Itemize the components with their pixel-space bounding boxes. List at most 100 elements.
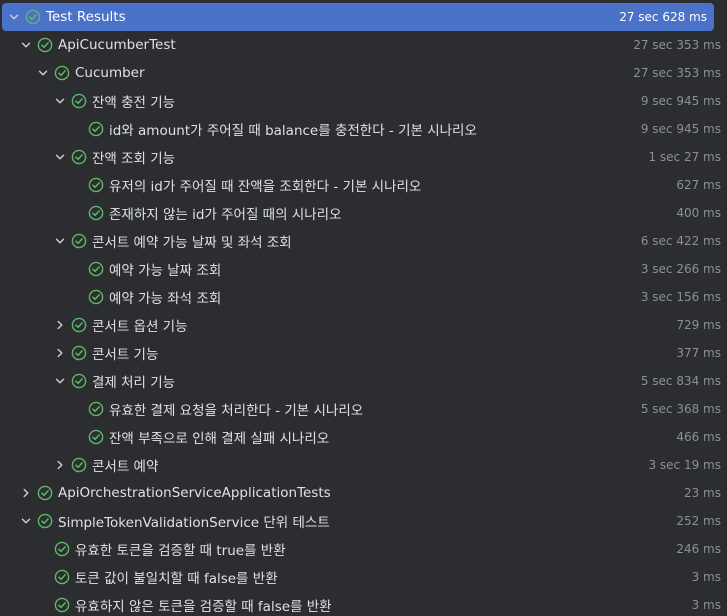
duration-label: 3 sec 266 ms bbox=[640, 262, 721, 276]
duration-label: 377 ms bbox=[676, 346, 721, 360]
tree-row-label: id와 amount가 주어질 때 balance를 충전한다 - 기본 시나리… bbox=[109, 123, 477, 139]
tree-row-label: 콘서트 예약 bbox=[92, 459, 159, 475]
tree-row-label: 유저의 id가 주어질 때 잔액을 조회한다 - 기본 시나리오 bbox=[109, 179, 422, 195]
tree-row-feature[interactable]: 콘서트 예약 가능 날짜 및 좌석 조회 6 sec 422 ms bbox=[0, 227, 727, 255]
duration-label: 9 sec 945 ms bbox=[640, 94, 721, 108]
tree-row-test-method[interactable]: 유효하지 않은 토큰을 검증할 때 false를 반환 3 ms bbox=[0, 591, 727, 616]
duration-label: 252 ms bbox=[676, 514, 721, 528]
passed-check-icon bbox=[71, 457, 87, 473]
tree-row-label: 유효하지 않은 토큰을 검증할 때 false를 반환 bbox=[75, 599, 332, 615]
duration-label: 466 ms bbox=[676, 430, 721, 444]
passed-check-icon bbox=[88, 401, 104, 417]
tree-row-label: 유효한 결제 요청을 처리한다 - 기본 시나리오 bbox=[109, 403, 364, 419]
duration-label: 23 ms bbox=[683, 486, 721, 500]
tree-row-label: SimpleTokenValidationService 단위 테스트 bbox=[58, 515, 330, 531]
tree-row-label: ApiCucumberTest bbox=[58, 37, 176, 53]
duration-label: 5 sec 368 ms bbox=[640, 402, 721, 416]
tree-row-scenario[interactable]: 유저의 id가 주어질 때 잔액을 조회한다 - 기본 시나리오 627 ms bbox=[0, 171, 727, 199]
tree-row-label: 잔액 충전 기능 bbox=[92, 95, 176, 111]
chevron-right-icon[interactable] bbox=[52, 345, 68, 361]
passed-check-icon bbox=[71, 93, 87, 109]
tree-row-label: 예약 가능 좌석 조회 bbox=[109, 291, 222, 307]
duration-label: 3 ms bbox=[691, 598, 721, 612]
chevron-down-icon[interactable] bbox=[35, 65, 51, 81]
duration-label: 1 sec 27 ms bbox=[648, 150, 721, 164]
tree-row-scenario[interactable]: 존재하지 않는 id가 주어질 때의 시나리오 400 ms bbox=[0, 199, 727, 227]
chevron-down-icon[interactable] bbox=[52, 149, 68, 165]
test-results-tree: Test Results 27 sec 628 ms ApiCucumberTe… bbox=[0, 0, 727, 616]
tree-row-label: 유효한 토큰을 검증할 때 true를 반환 bbox=[75, 543, 286, 559]
passed-check-icon bbox=[88, 429, 104, 445]
passed-check-icon bbox=[71, 345, 87, 361]
tree-row-test-method[interactable]: 토큰 값이 불일치할 때 false를 반환 3 ms bbox=[0, 563, 727, 591]
passed-check-icon bbox=[54, 541, 70, 557]
tree-row-label: 콘서트 기능 bbox=[92, 347, 159, 363]
passed-check-icon bbox=[54, 569, 70, 585]
passed-check-icon bbox=[37, 37, 53, 53]
passed-check-icon bbox=[54, 597, 70, 613]
duration-label: 400 ms bbox=[676, 206, 721, 220]
chevron-down-icon[interactable] bbox=[52, 93, 68, 109]
chevron-down-icon[interactable] bbox=[18, 513, 34, 529]
passed-check-icon bbox=[88, 121, 104, 137]
duration-label: 27 sec 628 ms bbox=[619, 10, 707, 24]
passed-check-icon bbox=[88, 261, 104, 277]
duration-label: 729 ms bbox=[676, 318, 721, 332]
tree-row-test-class[interactable]: SimpleTokenValidationService 단위 테스트 252 … bbox=[0, 507, 727, 535]
duration-label: 27 sec 353 ms bbox=[633, 66, 721, 80]
tree-row-label: 예약 가능 날짜 조회 bbox=[109, 263, 222, 279]
tree-row-scenario[interactable]: 잔액 부족으로 인해 결제 실패 시나리오 466 ms bbox=[0, 423, 727, 451]
tree-row-test-results[interactable]: Test Results 27 sec 628 ms bbox=[2, 3, 714, 31]
duration-label: 3 ms bbox=[691, 570, 721, 584]
tree-row-scenario[interactable]: 예약 가능 날짜 조회 3 sec 266 ms bbox=[0, 255, 727, 283]
tree-row-label: 콘서트 예약 가능 날짜 및 좌석 조회 bbox=[92, 235, 292, 251]
tree-row-label: 결제 처리 기능 bbox=[92, 375, 176, 391]
tree-row-feature[interactable]: 잔액 조회 기능 1 sec 27 ms bbox=[0, 143, 727, 171]
duration-label: 3 sec 19 ms bbox=[648, 458, 721, 472]
chevron-down-icon[interactable] bbox=[52, 233, 68, 249]
tree-row-scenario[interactable]: 유효한 결제 요청을 처리한다 - 기본 시나리오 5 sec 368 ms bbox=[0, 395, 727, 423]
tree-row-scenario[interactable]: 예약 가능 좌석 조회 3 sec 156 ms bbox=[0, 283, 727, 311]
passed-check-icon bbox=[54, 65, 70, 81]
duration-label: 5 sec 834 ms bbox=[640, 374, 721, 388]
duration-label: 6 sec 422 ms bbox=[640, 234, 721, 248]
tree-row-label: Cucumber bbox=[75, 65, 145, 81]
chevron-down-icon[interactable] bbox=[18, 37, 34, 53]
chevron-down-icon[interactable] bbox=[52, 373, 68, 389]
tree-row-feature[interactable]: 잔액 충전 기능 9 sec 945 ms bbox=[0, 87, 727, 115]
chevron-right-icon[interactable] bbox=[52, 457, 68, 473]
passed-check-icon bbox=[37, 513, 53, 529]
tree-row-label: 잔액 조회 기능 bbox=[92, 151, 176, 167]
passed-check-icon bbox=[71, 373, 87, 389]
duration-label: 9 sec 945 ms bbox=[640, 122, 721, 136]
tree-row-label: ApiOrchestrationServiceApplicationTests bbox=[58, 485, 331, 501]
tree-row-feature[interactable]: 콘서트 예약 3 sec 19 ms bbox=[0, 451, 727, 479]
tree-row-label: Test Results bbox=[46, 9, 126, 25]
tree-row-cucumber[interactable]: Cucumber 27 sec 353 ms bbox=[0, 59, 727, 87]
duration-label: 627 ms bbox=[676, 178, 721, 192]
tree-row-label: 존재하지 않는 id가 주어질 때의 시나리오 bbox=[109, 207, 342, 223]
passed-check-icon bbox=[71, 233, 87, 249]
tree-row-api-cucumber-test[interactable]: ApiCucumberTest 27 sec 353 ms bbox=[0, 31, 727, 59]
tree-row-feature[interactable]: 콘서트 기능 377 ms bbox=[0, 339, 727, 367]
tree-row-test-class[interactable]: ApiOrchestrationServiceApplicationTests … bbox=[0, 479, 727, 507]
passed-check-icon bbox=[71, 149, 87, 165]
passed-check-icon bbox=[88, 289, 104, 305]
passed-check-icon bbox=[88, 177, 104, 193]
passed-check-icon bbox=[71, 317, 87, 333]
tree-row-scenario[interactable]: id와 amount가 주어질 때 balance를 충전한다 - 기본 시나리… bbox=[0, 115, 727, 143]
tree-row-label: 잔액 부족으로 인해 결제 실패 시나리오 bbox=[109, 431, 330, 447]
tree-row-feature[interactable]: 콘서트 옵션 기능 729 ms bbox=[0, 311, 727, 339]
passed-check-icon bbox=[25, 9, 41, 25]
duration-label: 3 sec 156 ms bbox=[640, 290, 721, 304]
tree-row-feature[interactable]: 결제 처리 기능 5 sec 834 ms bbox=[0, 367, 727, 395]
tree-row-label: 토큰 값이 불일치할 때 false를 반환 bbox=[75, 571, 278, 587]
chevron-right-icon[interactable] bbox=[52, 317, 68, 333]
chevron-right-icon[interactable] bbox=[18, 485, 34, 501]
duration-label: 246 ms bbox=[676, 542, 721, 556]
tree-row-test-method[interactable]: 유효한 토큰을 검증할 때 true를 반환 246 ms bbox=[0, 535, 727, 563]
passed-check-icon bbox=[37, 485, 53, 501]
chevron-down-icon[interactable] bbox=[6, 9, 22, 25]
tree-row-label: 콘서트 옵션 기능 bbox=[92, 319, 188, 335]
duration-label: 27 sec 353 ms bbox=[633, 38, 721, 52]
